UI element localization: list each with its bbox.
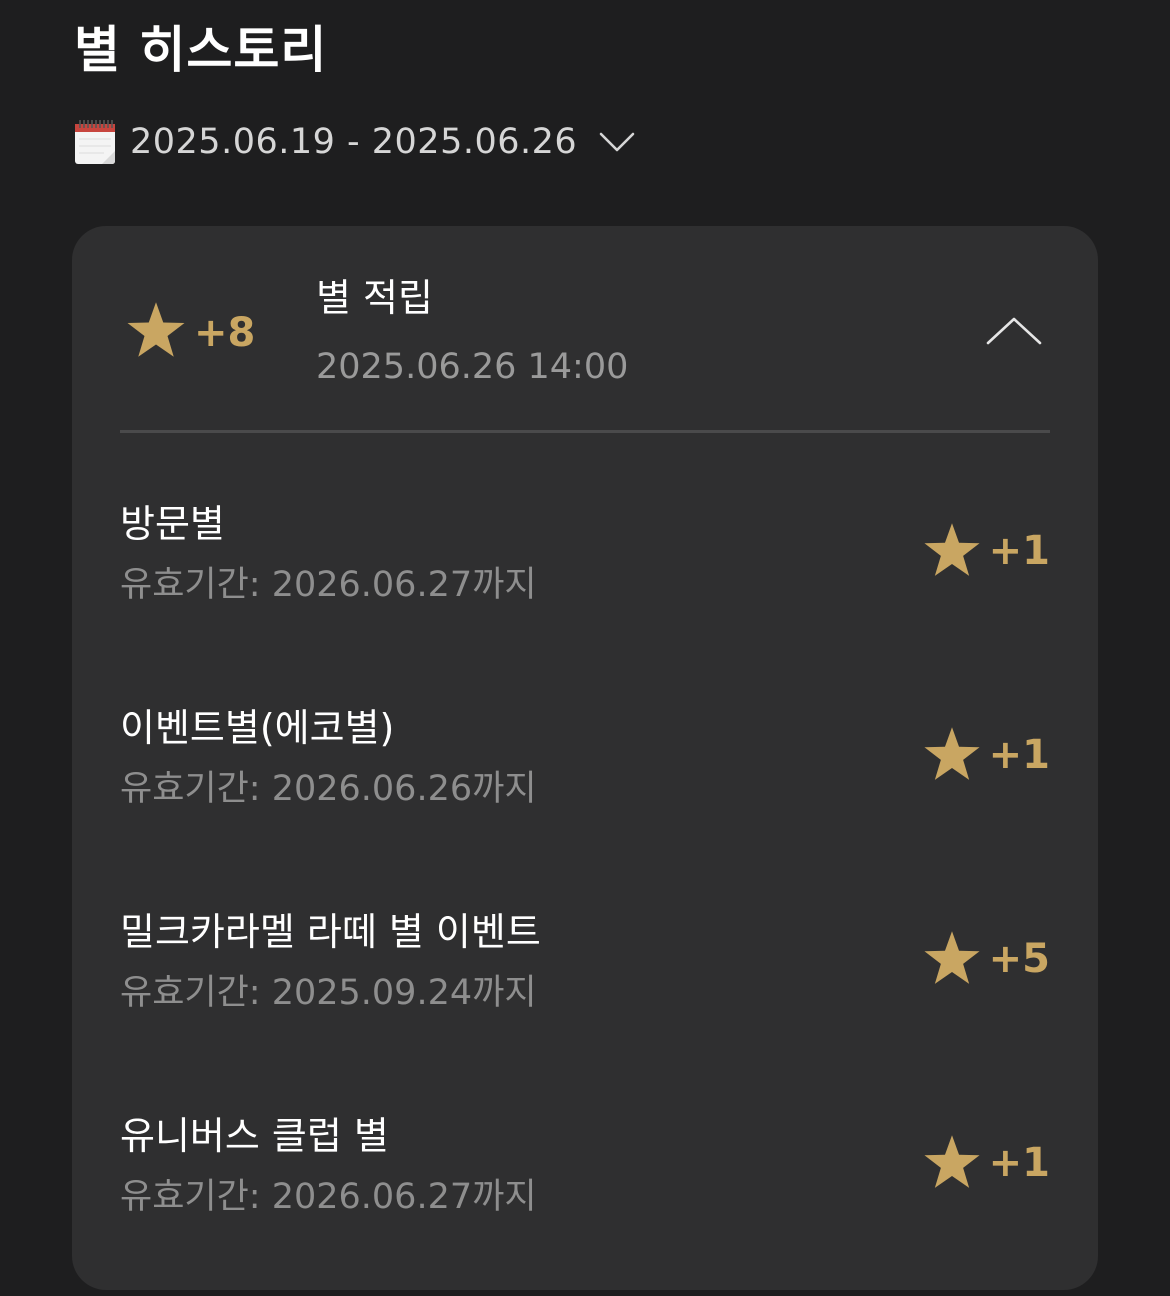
item-reward: +1 [923,520,1050,582]
item-star-amount: +1 [988,1140,1050,1186]
summary-title: 별 적립 [316,276,433,320]
item-star-amount: +5 [988,936,1050,982]
item-name: 유니버스 클럽 별 [120,1114,389,1158]
list-item: 밀크카라멜 라떼 별 이벤트 유효기간: 2025.09.24까지 +5 [120,904,1050,1054]
item-reward: +1 [923,724,1050,786]
calendar-icon [75,120,115,164]
item-name: 밀크카라멜 라떼 별 이벤트 [120,910,541,954]
star-icon [924,727,980,780]
star-icon [924,523,980,576]
item-expiry: 유효기간: 2025.09.24까지 [120,973,537,1013]
item-name: 방문별 [120,502,225,546]
item-expiry: 유효기간: 2026.06.27까지 [120,1177,537,1217]
divider [120,430,1050,433]
star-icon [924,1135,980,1188]
chevron-down-icon[interactable] [599,131,635,153]
item-reward: +5 [923,928,1050,990]
star-icon [127,302,185,357]
star-icon [924,931,980,984]
list-item: 방문별 유효기간: 2026.06.27까지 +1 [120,496,1050,646]
total-star-amount: +8 [194,310,256,356]
item-star-amount: +1 [988,528,1050,574]
item-expiry: 유효기간: 2026.06.26까지 [120,769,537,809]
date-range-selector[interactable]: 2025.06.19 - 2025.06.26 [74,112,635,172]
item-name: 이벤트별(에코별) [120,706,395,750]
item-star-amount: +1 [988,732,1050,778]
list-item: 이벤트별(에코별) 유효기간: 2026.06.26까지 +1 [120,700,1050,850]
chevron-up-icon[interactable] [986,316,1042,346]
summary-datetime: 2025.06.26 14:00 [316,347,629,387]
star-history-card: +8 별 적립 2025.06.26 14:00 방문별 유효기간: 2026.… [72,226,1098,1290]
item-reward: +1 [923,1132,1050,1194]
card-header[interactable]: +8 별 적립 2025.06.26 14:00 [72,226,1098,432]
item-expiry: 유효기간: 2026.06.27까지 [120,565,537,605]
date-range-label: 2025.06.19 - 2025.06.26 [130,122,578,162]
list-item: 유니버스 클럽 별 유효기간: 2026.06.27까지 +1 [120,1108,1050,1258]
page-title: 별 히스토리 [74,21,328,79]
